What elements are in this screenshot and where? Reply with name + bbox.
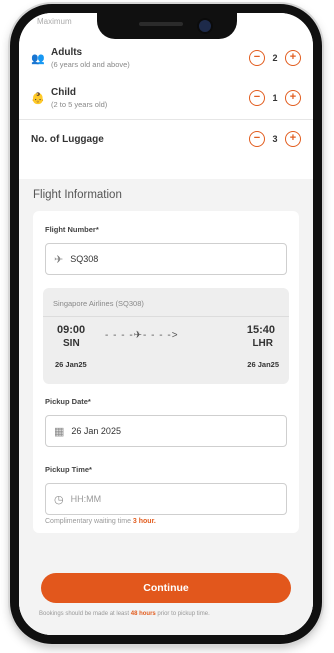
- plus-circle-icon[interactable]: +: [285, 50, 301, 66]
- child-icon: 👶: [31, 92, 45, 105]
- plus-circle-icon[interactable]: +: [285, 131, 301, 147]
- plus-circle-icon[interactable]: +: [285, 90, 301, 106]
- footnote-bold: 48 hours: [130, 611, 156, 617]
- flight-summary: Singapore Airlines (SQ308) 09:00 SIN 26 …: [43, 288, 289, 384]
- camera-icon: [197, 18, 213, 34]
- phone-notch: [97, 13, 237, 39]
- flight-number-value: SQ308: [70, 254, 99, 264]
- footnote-suffix: prior to pickup time.: [155, 611, 210, 617]
- depart-date: 26 Jan25: [55, 360, 87, 369]
- child-sublabel: (2 to 5 years old): [51, 100, 108, 109]
- waiting-note-bold: 3 hour.: [132, 518, 156, 525]
- waiting-note-text: Complimentary waiting time: [45, 518, 133, 525]
- arrive-date: 26 Jan25: [247, 360, 279, 369]
- pickup-date-value: 26 Jan 2025: [71, 426, 121, 436]
- adults-label: Adults: [51, 47, 83, 58]
- route-arrow: - - - -✈- - - ->: [105, 330, 179, 341]
- pickup-time-placeholder: HH:MM: [70, 494, 102, 504]
- phone-frame: Maximum 👥 Adults (6 years old and above)…: [10, 4, 322, 644]
- calendar-icon: ▦: [54, 425, 65, 438]
- pickup-date-input[interactable]: ▦ 26 Jan 2025: [45, 415, 287, 447]
- footnote-prefix: Bookings should be made at least: [39, 611, 131, 617]
- plane-icon: ✈: [54, 253, 64, 266]
- minus-circle-icon[interactable]: −: [249, 131, 265, 147]
- luggage-stepper: − 3 +: [249, 131, 301, 147]
- flight-card: Flight Number* ✈ SQ308 Singapore Airline…: [33, 211, 299, 533]
- luggage-label-group: No. of Luggage: [31, 134, 249, 145]
- waiting-note: Complimentary waiting time 3 hour.: [45, 518, 156, 525]
- section-title: Flight Information: [33, 189, 122, 201]
- depart-code: SIN: [63, 338, 80, 349]
- people-icon: 👥: [31, 52, 45, 65]
- divider: [43, 316, 289, 317]
- adults-label-group: Adults (6 years old and above): [51, 47, 249, 69]
- child-count: 1: [272, 93, 278, 103]
- depart-time: 09:00: [57, 324, 86, 336]
- child-row: 👶 Child (2 to 5 years old) − 1 +: [31, 87, 301, 109]
- booking-footnote: Bookings should be made at least 48 hour…: [39, 611, 303, 617]
- adults-sublabel: (6 years old and above): [51, 60, 130, 69]
- pickup-date-label: Pickup Date*: [45, 397, 91, 406]
- clock-icon: ◷: [54, 493, 64, 506]
- arrive-code: LHR: [252, 338, 273, 349]
- divider: [19, 119, 313, 120]
- child-label: Child: [51, 87, 76, 98]
- airline-name: Singapore Airlines (SQ308): [53, 299, 144, 308]
- flight-number-label: Flight Number*: [45, 225, 99, 234]
- minus-circle-icon[interactable]: −: [249, 90, 265, 106]
- flight-number-input[interactable]: ✈ SQ308: [45, 243, 287, 275]
- luggage-row: No. of Luggage − 3 +: [31, 131, 301, 147]
- pickup-time-label: Pickup Time*: [45, 465, 92, 474]
- luggage-label: No. of Luggage: [31, 133, 104, 145]
- minus-circle-icon[interactable]: −: [249, 50, 265, 66]
- arrive-time: 15:40: [246, 324, 275, 336]
- continue-button[interactable]: Continue: [41, 573, 291, 603]
- child-stepper: − 1 +: [249, 90, 301, 106]
- child-label-group: Child (2 to 5 years old): [51, 87, 249, 109]
- adults-count: 2: [272, 53, 278, 63]
- pickup-time-input[interactable]: ◷ HH:MM: [45, 483, 287, 515]
- adults-row: 👥 Adults (6 years old and above) − 2 +: [31, 47, 301, 69]
- screen: Maximum 👥 Adults (6 years old and above)…: [19, 13, 313, 635]
- cutoff-label: Maximum: [37, 17, 72, 26]
- luggage-count: 3: [272, 134, 278, 144]
- speaker-bar: [139, 22, 183, 26]
- adults-stepper: − 2 +: [249, 50, 301, 66]
